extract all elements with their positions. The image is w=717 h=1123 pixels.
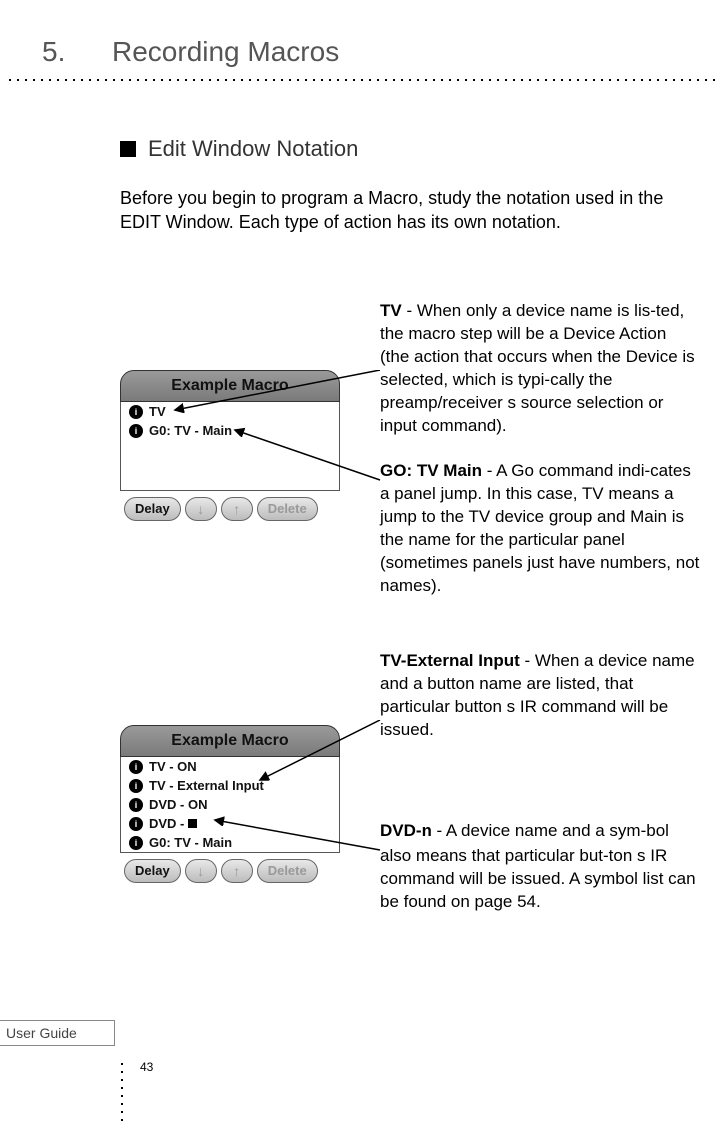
move-down-button[interactable]: ↓ bbox=[185, 497, 217, 521]
explanation-body: - A Go command indi-cates a panel jump. … bbox=[380, 461, 699, 595]
step-bullet: i bbox=[129, 836, 143, 850]
page-number: 43 bbox=[140, 1060, 153, 1074]
chapter-number: 5. bbox=[42, 36, 112, 68]
delete-button[interactable]: Delete bbox=[257, 497, 318, 521]
move-up-button[interactable]: ↑ bbox=[221, 497, 253, 521]
arrow-external-input bbox=[245, 720, 405, 795]
explanation-body: - When only a device name is lis-ted, th… bbox=[380, 301, 695, 435]
macro-step-text: TV - ON bbox=[149, 759, 197, 774]
move-down-button[interactable]: ↓ bbox=[185, 859, 217, 883]
macro-controls: Delay ↓ ↑ Delete bbox=[120, 491, 340, 525]
footer-label: User Guide bbox=[0, 1020, 115, 1046]
header-rule bbox=[6, 78, 717, 82]
explanation-go: GO: TV Main - A Go command indi-cates a … bbox=[380, 460, 700, 598]
arrow-dvd-symbol bbox=[200, 810, 395, 860]
footer-vertical-rule bbox=[120, 1060, 124, 1123]
macro-step-text: DVD - bbox=[149, 816, 197, 831]
section-heading: Edit Window Notation bbox=[120, 136, 358, 162]
move-up-button[interactable]: ↑ bbox=[221, 859, 253, 883]
step-bullet: i bbox=[129, 405, 143, 419]
macro-step-text: DVD - ON bbox=[149, 797, 208, 812]
step-bullet: i bbox=[129, 798, 143, 812]
step-bullet: i bbox=[129, 424, 143, 438]
delay-button[interactable]: Delay bbox=[124, 859, 181, 883]
explanation-lead: TV bbox=[380, 301, 402, 320]
explanation-lead: TV-External Input bbox=[380, 651, 520, 670]
explanation-tv: TV - When only a device name is lis-ted,… bbox=[380, 300, 700, 438]
explanation-dvd-symbol: DVD-n - A device name and a sym-bol also… bbox=[380, 820, 700, 914]
step-bullet: i bbox=[129, 817, 143, 831]
arrow-go bbox=[220, 420, 400, 490]
explanation-external-input: TV-External Input - When a device name a… bbox=[380, 650, 700, 742]
delay-button[interactable]: Delay bbox=[124, 497, 181, 521]
delete-button[interactable]: Delete bbox=[257, 859, 318, 883]
section-heading-text: Edit Window Notation bbox=[148, 136, 358, 162]
stop-icon bbox=[188, 819, 197, 828]
chapter-title: Recording Macros bbox=[112, 36, 339, 68]
intro-paragraph: Before you begin to program a Macro, stu… bbox=[120, 186, 680, 235]
step-bullet: i bbox=[129, 779, 143, 793]
step-bullet: i bbox=[129, 760, 143, 774]
